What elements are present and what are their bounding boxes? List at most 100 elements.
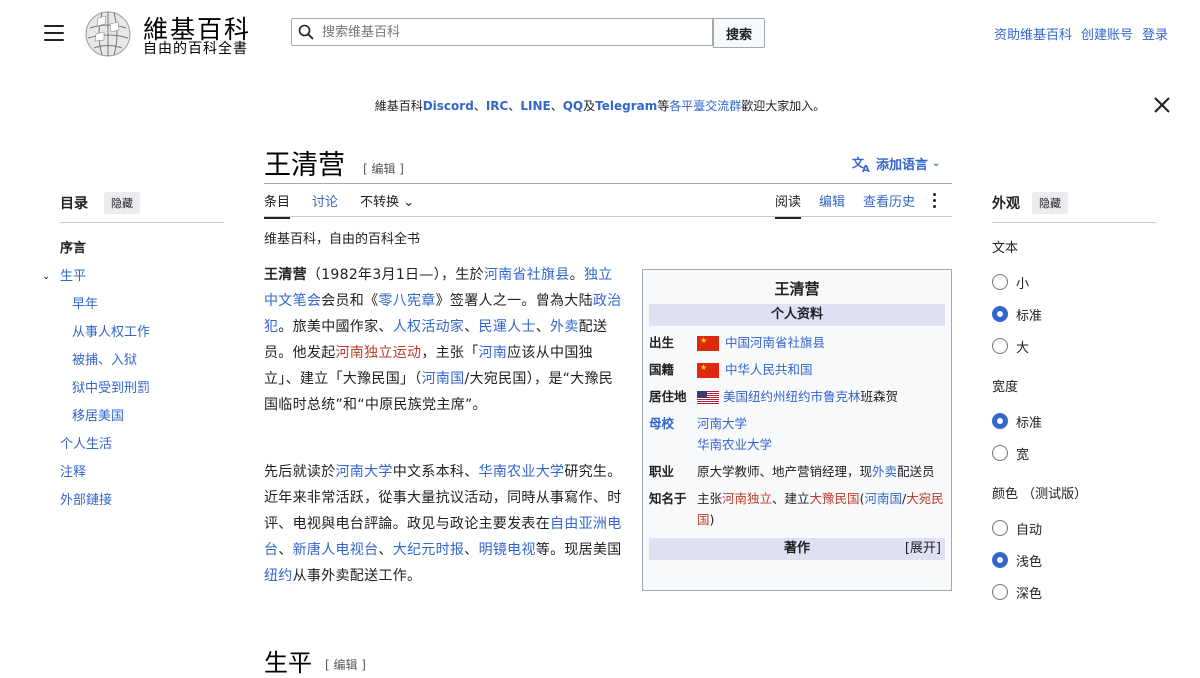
alma-mater-label-link[interactable]: 母校 (649, 413, 697, 455)
search-input[interactable] (320, 23, 704, 41)
add-languages-button[interactable]: 文 A 添加语言 ⌄ (852, 154, 940, 174)
close-icon[interactable] (1153, 96, 1171, 114)
toc-item-label[interactable]: 被捕、入狱 (72, 353, 137, 368)
chevron-down-icon[interactable]: ⌄ (42, 263, 50, 291)
notice-text: 等 (657, 99, 670, 113)
text-size-small-radio[interactable]: 小 (992, 266, 1156, 298)
title-edit-link[interactable]: [ 编辑 ] (363, 160, 404, 177)
toc-item-label[interactable]: 注释 (60, 465, 86, 480)
namespace-tabs: 条目 讨论 不转换 ⌄ (264, 191, 414, 219)
link-new-york[interactable]: 纽约 (264, 568, 293, 584)
link-henan-state[interactable]: 河南国 (422, 371, 465, 387)
color-auto-radio[interactable]: 自动 (992, 512, 1156, 544)
toc-item-label: 序言 (60, 241, 87, 256)
qq-link[interactable]: QQ (563, 99, 583, 113)
link-delivery[interactable]: 外卖 (550, 319, 579, 335)
toc-item-intro[interactable]: 序言 (60, 235, 224, 263)
tab-edit[interactable]: 编辑 (819, 191, 845, 217)
color-light-radio[interactable]: 浅色 (992, 544, 1156, 576)
link-democracy[interactable]: 民運人士 (479, 319, 536, 335)
tab-history[interactable]: 查看历史 (863, 191, 915, 217)
infobox-label: 职业 (649, 464, 675, 479)
toc-item-label[interactable]: 外部鏈接 (60, 493, 112, 508)
toc-item-prison[interactable]: 狱中受到刑罰 (60, 375, 224, 403)
toc-hide-button[interactable]: 隐藏 (104, 192, 140, 214)
link-henan-university[interactable]: 河南大学 (336, 464, 393, 480)
variant-label: 不转换 (360, 195, 400, 210)
radio-label: 大 (1016, 340, 1030, 356)
redlink-independence[interactable]: 河南独立 (722, 491, 772, 506)
infobox-row-known-for: 知名于 主张河南独立、建立大豫民国(河南国/大宛民国) (643, 488, 951, 530)
color-dark-radio[interactable]: 深色 (992, 576, 1156, 608)
link-shegi[interactable]: 河南省社旗县 (484, 267, 570, 283)
site-tagline: 维基百科，自由的百科全书 (264, 232, 421, 247)
henan-state-link[interactable]: 河南国 (864, 491, 902, 506)
birthplace-link[interactable]: 中国河南省社旗县 (725, 335, 825, 350)
width-wide-radio[interactable]: 宽 (992, 437, 1156, 469)
table-of-contents: 目录 隐藏 序言 ⌄ 生平 早年 从事人权工作 被捕、入狱 狱中受到刑罰 移居美国… (42, 192, 224, 515)
channels-link[interactable]: 各平臺交流群 (669, 99, 741, 113)
create-account-link[interactable]: 创建账号 (1081, 24, 1133, 43)
width-standard-radio[interactable]: 标准 (992, 405, 1156, 437)
text: 。旅美中國作家、 (278, 319, 393, 335)
toc-item-human-rights[interactable]: 从事人权工作 (60, 319, 224, 347)
text-size-large-radio[interactable]: 大 (992, 330, 1156, 362)
alma-link-scau[interactable]: 华南农业大学 (697, 437, 772, 452)
link-epoch-times[interactable]: 大纪元时报 (393, 542, 465, 558)
svg-text:A: A (862, 164, 870, 173)
search-box[interactable] (291, 18, 713, 46)
variant-dropdown[interactable]: 不转换 ⌄ (360, 191, 414, 219)
infobox-title: 王清营 (774, 280, 820, 298)
toc-item-arrest[interactable]: 被捕、入狱 (60, 347, 224, 375)
wikipedia-globe-icon[interactable] (84, 10, 132, 58)
notice-sep: 、 (508, 99, 521, 113)
tab-read[interactable]: 阅读 (775, 191, 802, 219)
main-menu-button[interactable] (44, 25, 64, 41)
residence-link[interactable]: 美国纽约州纽约市鲁克林 (723, 389, 861, 404)
toc-item-label[interactable]: 移居美国 (72, 409, 124, 424)
irc-link[interactable]: IRC (486, 99, 509, 113)
toc-item-external[interactable]: 外部鏈接 (60, 487, 224, 515)
text-size-standard-radio[interactable]: 标准 (992, 298, 1156, 330)
toc-item-label[interactable]: 早年 (72, 297, 98, 312)
search-button[interactable]: 搜索 (713, 18, 765, 48)
link-mirror-tv[interactable]: 明镜电视 (479, 542, 536, 558)
section-edit-link[interactable]: [ 编辑 ] (325, 656, 366, 673)
expand-works-button[interactable]: [展开] (905, 538, 941, 560)
toc-item-label[interactable]: 个人生活 (60, 437, 112, 452)
alma-link-henan[interactable]: 河南大学 (697, 416, 747, 431)
color-group: 颜色 （测试版） 自动 浅色 深色 (992, 483, 1156, 608)
discord-link[interactable]: Discord (423, 99, 474, 113)
toc-item-notes[interactable]: 注释 (60, 459, 224, 487)
redlink-movement[interactable]: 河南独立运动 (336, 345, 422, 361)
tab-talk[interactable]: 讨论 (312, 191, 338, 219)
telegram-link[interactable]: Telegram (595, 99, 657, 113)
link-activist[interactable]: 人权活动家 (393, 319, 465, 335)
login-link[interactable]: 登录 (1142, 24, 1168, 43)
toc-item-early[interactable]: 早年 (60, 291, 224, 319)
toc-item-label[interactable]: 生平 (60, 269, 86, 284)
toc-item-personal[interactable]: 个人生活 (60, 431, 224, 459)
appearance-hide-button[interactable]: 隐藏 (1032, 192, 1068, 214)
donate-link[interactable]: 资助维基百科 (994, 24, 1072, 43)
toc-item-label[interactable]: 从事人权工作 (72, 325, 150, 340)
section-heading-life: 生平 (264, 649, 312, 677)
toc-item-life[interactable]: ⌄ 生平 (42, 263, 224, 291)
redlink-dayu[interactable]: 大豫民国 (810, 491, 860, 506)
link-charter08[interactable]: 零八宪章 (378, 293, 435, 309)
infobox-label: 知名于 (649, 491, 687, 506)
toc-item-label[interactable]: 狱中受到刑罰 (72, 381, 150, 396)
text-size-label: 文本 (992, 241, 1019, 256)
tab-article[interactable]: 条目 (264, 191, 291, 219)
toc-item-emigration[interactable]: 移居美国 (60, 403, 224, 431)
link-scau[interactable]: 华南农业大学 (479, 464, 565, 480)
link-henan[interactable]: 河南 (479, 345, 508, 361)
line-link[interactable]: LINE (520, 99, 550, 113)
infobox: 王清营 个人资料 出生 中国河南省社旗县 国籍 中华人民共和国 居住地 美国纽约… (642, 269, 952, 591)
color-label: 颜色 （测试版） (992, 487, 1088, 502)
delivery-link[interactable]: 外卖 (872, 464, 897, 479)
text: （1982年3月1日—），生於 (306, 267, 484, 283)
link-ntd[interactable]: 新唐人电视台 (293, 542, 379, 558)
nationality-link[interactable]: 中华人民共和国 (725, 362, 813, 377)
more-actions-icon[interactable] (933, 193, 937, 211)
